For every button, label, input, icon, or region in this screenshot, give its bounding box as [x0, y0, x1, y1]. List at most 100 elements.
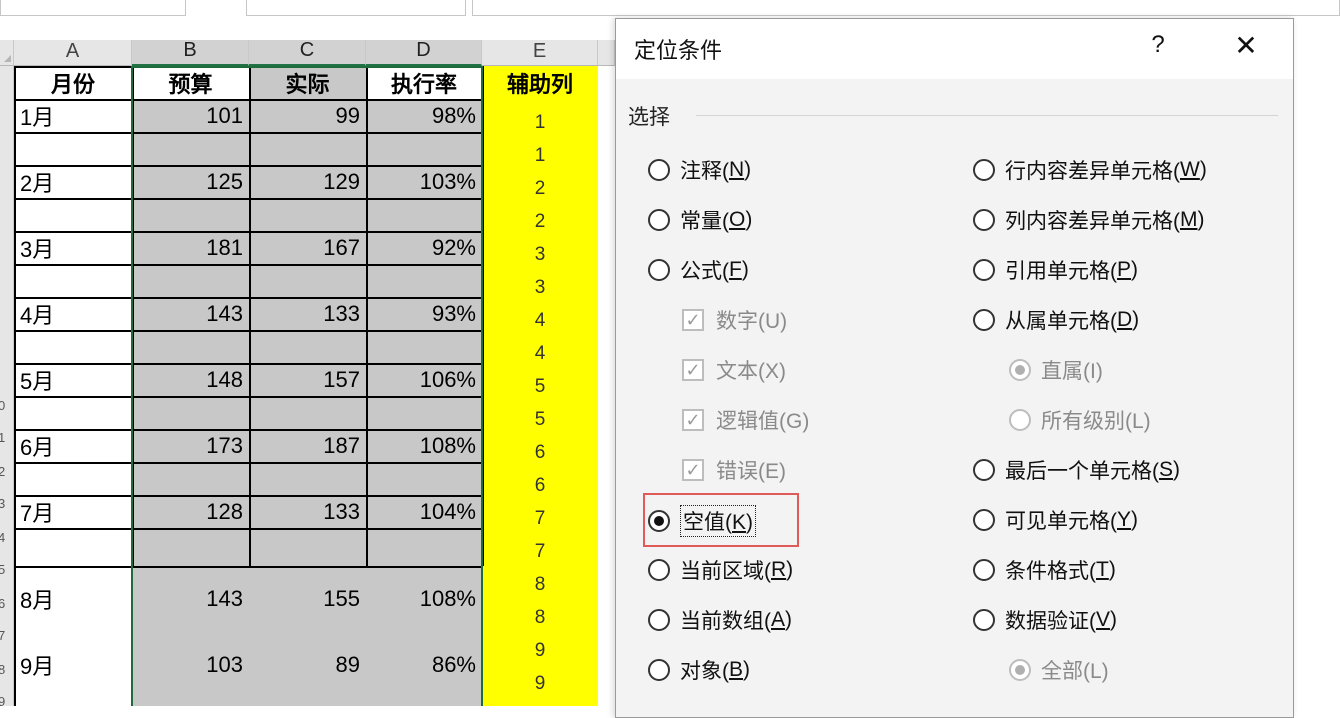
cell-helper[interactable]: 4 [482, 304, 598, 337]
cell-actual[interactable]: 187 [249, 429, 366, 462]
row-number[interactable]: 6 [0, 596, 12, 611]
cell-month[interactable]: 7月 [14, 495, 132, 528]
checkmark-icon[interactable]: ✓ [682, 459, 704, 481]
checkmark-icon[interactable]: ✓ [682, 359, 704, 381]
cell-rate[interactable]: 103% [366, 165, 482, 198]
cell-helper[interactable]: 6 [482, 469, 598, 502]
checkmark-icon[interactable]: ✓ [682, 409, 704, 431]
cell-blank[interactable] [14, 264, 132, 297]
row-number[interactable]: 3 [0, 496, 12, 511]
option-formulas[interactable]: 公式(F) [648, 255, 749, 285]
radio-icon[interactable] [648, 559, 670, 581]
cell-month[interactable]: 10月 [14, 698, 132, 706]
option-validation-all[interactable]: 全部(L) [1009, 655, 1109, 685]
column-header-a[interactable]: A [14, 40, 132, 66]
radio-icon[interactable] [973, 309, 995, 331]
radio-icon[interactable] [973, 459, 995, 481]
cell-helper[interactable]: 8 [482, 601, 598, 634]
header-month[interactable]: 月份 [14, 66, 132, 99]
cell-rate[interactable]: 92% [366, 231, 482, 264]
column-header-d[interactable]: D [366, 39, 482, 66]
option-last-cell[interactable]: 最后一个单元格(S) [973, 455, 1180, 485]
spreadsheet[interactable]: A B C D E 0 1 2 3 4 5 6 7 8 9 月份 预算 实际 执… [0, 18, 615, 706]
row-header-gutter[interactable]: 0 1 2 3 4 5 6 7 8 9 [0, 66, 14, 706]
cell-rate[interactable]: 108% [366, 429, 482, 462]
option-comments[interactable]: 注释(N) [648, 155, 751, 185]
checkbox-numbers[interactable]: ✓ 数字(U) [682, 305, 787, 335]
radio-icon[interactable] [1009, 409, 1031, 431]
cell-actual[interactable]: 99 [249, 99, 366, 132]
cell-actual[interactable]: 155 [249, 566, 366, 632]
option-constants[interactable]: 常量(O) [648, 205, 752, 235]
column-header-e[interactable]: E [482, 40, 598, 66]
cell-budget[interactable]: 160 [132, 698, 249, 706]
radio-icon[interactable] [973, 209, 995, 231]
cell-blank[interactable] [14, 462, 132, 495]
radio-icon[interactable] [973, 159, 995, 181]
checkmark-icon[interactable]: ✓ [682, 309, 704, 331]
cell-rate[interactable]: 86% [366, 632, 482, 698]
cell-rate[interactable]: 106% [366, 363, 482, 396]
cell-helper[interactable]: 3 [482, 238, 598, 271]
radio-selected-icon[interactable] [648, 510, 670, 532]
cell-helper[interactable]: 1 [482, 139, 598, 172]
cell-month[interactable]: 2月 [14, 165, 132, 198]
radio-icon[interactable] [973, 509, 995, 531]
header-actual[interactable]: 实际 [249, 66, 366, 99]
checkbox-text[interactable]: ✓ 文本(X) [682, 355, 786, 385]
cell-blank[interactable] [14, 396, 132, 429]
cell-budget[interactable]: 125 [132, 165, 249, 198]
cell-actual[interactable]: 89 [249, 632, 366, 698]
option-all-levels[interactable]: 所有级别(L) [1009, 405, 1151, 435]
formula-input[interactable] [472, 0, 1340, 16]
radio-icon[interactable] [973, 259, 995, 281]
header-rate[interactable]: 执行率 [366, 66, 482, 99]
cell-helper[interactable]: 8 [482, 568, 598, 601]
cell-month[interactable]: 1月 [14, 99, 132, 132]
radio-icon[interactable] [648, 259, 670, 281]
cell-helper[interactable]: 6 [482, 436, 598, 469]
cell-budget[interactable]: 173 [132, 429, 249, 462]
cell-budget[interactable]: 181 [132, 231, 249, 264]
row-number[interactable]: 4 [0, 530, 12, 545]
row-number[interactable]: 9 [0, 694, 12, 706]
column-header-b[interactable]: B [132, 39, 249, 66]
name-box[interactable] [0, 0, 186, 16]
cell-actual[interactable]: 167 [249, 231, 366, 264]
option-direct-only[interactable]: 直属(I) [1009, 355, 1103, 385]
cell-month[interactable]: 6月 [14, 429, 132, 462]
formula-buttons[interactable] [246, 0, 466, 16]
cell-month[interactable]: 3月 [14, 231, 132, 264]
cell-rate[interactable]: 93% [366, 297, 482, 330]
cell-blank[interactable] [14, 528, 132, 561]
cell-helper[interactable]: 7 [482, 502, 598, 535]
cell-rate[interactable]: 98% [366, 99, 482, 132]
option-dependents[interactable]: 从属单元格(D) [973, 305, 1139, 335]
cell-budget[interactable]: 101 [132, 99, 249, 132]
option-current-array[interactable]: 当前数组(A) [648, 605, 792, 635]
radio-selected-icon[interactable] [1009, 359, 1031, 381]
cell-actual[interactable]: 129 [249, 165, 366, 198]
column-header-c[interactable]: C [249, 39, 366, 66]
cell-helper[interactable]: 3 [482, 271, 598, 304]
cell-rate[interactable]: 101% [366, 698, 482, 706]
cell-budget[interactable]: 148 [132, 363, 249, 396]
cell-helper[interactable]: 2 [482, 205, 598, 238]
row-number[interactable]: 0 [0, 398, 12, 413]
cell-month[interactable]: 5月 [14, 363, 132, 396]
cell-helper[interactable]: 4 [482, 337, 598, 370]
radio-icon[interactable] [648, 159, 670, 181]
cell-rate[interactable]: 108% [366, 566, 482, 632]
cell-actual[interactable]: 170 [249, 698, 366, 706]
radio-icon[interactable] [973, 609, 995, 631]
cell-rate[interactable]: 104% [366, 495, 482, 528]
header-budget[interactable]: 预算 [132, 66, 249, 99]
cell-blank[interactable] [14, 132, 132, 165]
cell-helper[interactable]: 5 [482, 403, 598, 436]
cell-helper[interactable]: 9 [482, 634, 598, 667]
cell-month[interactable]: 4月 [14, 297, 132, 330]
select-all-corner[interactable] [0, 40, 14, 66]
row-number[interactable]: 1 [0, 430, 12, 445]
cell-helper[interactable]: 9 [482, 667, 598, 700]
cell-actual[interactable]: 133 [249, 297, 366, 330]
